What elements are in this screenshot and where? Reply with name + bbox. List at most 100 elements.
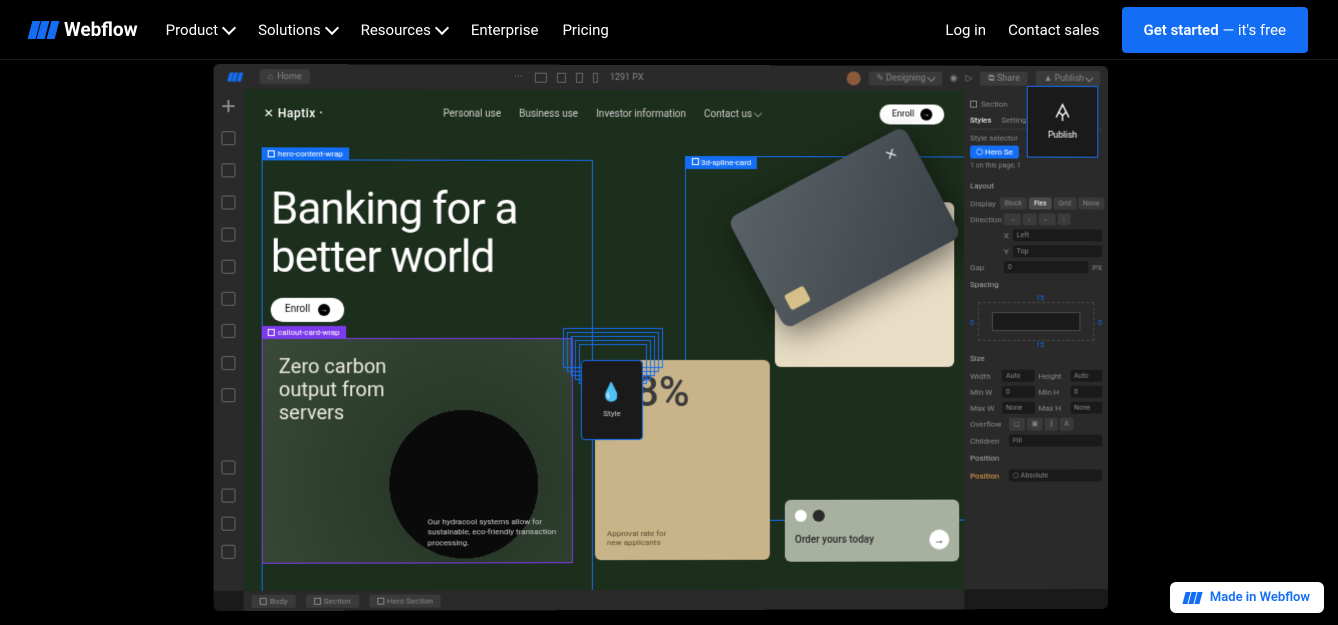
selection-label-spline[interactable]: 3d-spline-card (686, 156, 757, 169)
display-none[interactable]: None (1078, 198, 1104, 210)
crumb-section[interactable]: Section (306, 594, 359, 607)
nav-contact[interactable]: Contact us (704, 109, 761, 120)
tablet-icon[interactable] (557, 72, 566, 82)
order-card[interactable]: Order yours today → (785, 500, 959, 562)
selection-label-callout[interactable]: callout-card-wrap (262, 326, 346, 339)
dir-row-icon[interactable]: → (1004, 213, 1021, 225)
overflow-auto-icon[interactable]: A (1059, 418, 1073, 431)
display-block[interactable]: Block (1000, 197, 1027, 209)
pages-icon[interactable] (221, 131, 235, 145)
settings-icon[interactable] (221, 460, 235, 474)
made-in-webflow-badge[interactable]: Made in Webflow (1170, 582, 1324, 613)
align-y-row: Y Top (970, 243, 1102, 259)
dir-colrev-icon[interactable]: ↑ (1057, 213, 1070, 225)
video-icon[interactable] (221, 545, 235, 559)
add-element-icon[interactable] (221, 99, 235, 113)
dir-col-icon[interactable]: ↓ (1023, 213, 1036, 225)
home-breadcrumb[interactable]: ⌂ Home (260, 69, 310, 84)
mobile-landscape-icon[interactable] (576, 72, 583, 82)
color-dots (795, 510, 949, 522)
gap-row: Gap0PX (970, 259, 1102, 275)
maxw-field[interactable]: None (1002, 402, 1034, 414)
enroll-button[interactable]: Enroll→ (271, 298, 345, 322)
desktop-icon[interactable] (535, 72, 547, 82)
nav-solutions[interactable]: Solutions (258, 21, 337, 39)
chevron-down-icon (927, 73, 935, 81)
maxh-field[interactable]: None (1070, 402, 1102, 414)
align-x-field[interactable]: Left (1013, 229, 1102, 241)
share-button[interactable]: ⧉ Share (980, 71, 1027, 85)
top-nav: Webflow Product Solutions Resources Ente… (0, 0, 1338, 60)
login-link[interactable]: Log in (945, 21, 986, 39)
enroll-pill[interactable]: Enroll→ (880, 104, 944, 124)
ellipsis-icon[interactable]: ⋯ (514, 72, 523, 82)
arrow-right-icon: → (318, 304, 330, 316)
spacing-control[interactable]: 15 15 0 0 (970, 294, 1102, 349)
audit-icon[interactable] (221, 517, 235, 531)
mobile-icon[interactable] (593, 72, 598, 82)
nav-product[interactable]: Product (166, 21, 234, 39)
class-chip[interactable]: ⬡ Hero Se (970, 146, 1019, 159)
width-field[interactable]: Auto (1002, 370, 1034, 382)
color-white[interactable] (795, 510, 807, 522)
minh-field[interactable]: 0 (1070, 386, 1102, 398)
nav-enterprise[interactable]: Enterprise (471, 21, 539, 39)
nav-resources[interactable]: Resources (361, 21, 447, 39)
height-field[interactable]: Auto (1070, 370, 1102, 382)
user-avatar[interactable] (846, 71, 860, 85)
navigator-icon[interactable] (221, 163, 235, 177)
get-started-button[interactable]: Get started — it's free (1122, 7, 1309, 53)
overflow-hidden-icon[interactable]: ▣ (1027, 418, 1044, 431)
apps-icon[interactable] (221, 388, 235, 402)
nav-pricing[interactable]: Pricing (562, 21, 608, 39)
rate-line1: Approval rate for (607, 529, 758, 539)
dir-rowrev-icon[interactable]: ← (1038, 213, 1055, 225)
badge-text: Made in Webflow (1210, 590, 1310, 605)
overflow-visible-icon[interactable]: ◻ (1009, 418, 1025, 431)
topbar-left: ⌂ Home (221, 67, 309, 85)
play-icon[interactable]: ▷ (966, 73, 973, 83)
margin-bottom[interactable]: 15 (1036, 341, 1044, 349)
contact-sales-link[interactable]: Contact sales (1008, 21, 1099, 39)
site-logo[interactable]: ✕ Haptix · (264, 106, 324, 120)
display-grid[interactable]: Grid (1053, 197, 1076, 209)
mode-toggle[interactable]: ✎ Designing (868, 71, 941, 85)
webflow-logo[interactable]: Webflow (30, 18, 138, 41)
gap-field[interactable]: 0 (1004, 261, 1088, 273)
logic-icon[interactable] (221, 356, 235, 370)
tab-styles[interactable]: Styles (970, 116, 991, 125)
nav-business[interactable]: Business use (519, 108, 578, 119)
nav-personal[interactable]: Personal use (443, 108, 501, 119)
align-y-field[interactable]: Top (1013, 245, 1103, 257)
users-icon[interactable] (221, 324, 235, 338)
overflow-scroll-icon[interactable]: ⫿ (1045, 418, 1057, 431)
position-field[interactable]: ⬡ Absolute (1009, 469, 1102, 481)
publish-button[interactable]: ▲ Publish (1036, 71, 1101, 86)
margin-left[interactable]: 0 (970, 319, 974, 327)
fit-field[interactable]: Fill (1009, 435, 1102, 447)
margin-top[interactable]: 15 (1036, 294, 1044, 302)
components-icon[interactable] (221, 195, 235, 209)
selection-label-hero[interactable]: hero-content-wrap (262, 147, 349, 160)
color-black[interactable] (813, 510, 825, 522)
display-flex[interactable]: Flex (1029, 197, 1052, 209)
ecommerce-icon[interactable] (221, 292, 235, 306)
arrow-right-icon[interactable]: → (929, 530, 949, 550)
site-nav: ✕ Haptix · Personal use Business use Inv… (244, 89, 965, 138)
callout-card-wrap[interactable]: Zero carbon output from servers Our hydr… (262, 338, 573, 564)
callout-description: Our hydracool systems allow for sustaina… (428, 517, 558, 548)
design-canvas[interactable]: ✕ Haptix · Personal use Business use Inv… (244, 89, 965, 591)
help-icon[interactable] (221, 489, 235, 503)
order-row: Order yours today → (795, 530, 949, 550)
hero-title[interactable]: Banking for a better world (263, 160, 592, 281)
card-brand-icon: ✕ (883, 143, 905, 165)
minw-field[interactable]: 0 (1002, 386, 1034, 398)
margin-right[interactable]: 0 (1098, 319, 1102, 327)
preview-icon[interactable]: ◉ (950, 73, 958, 83)
assets-icon[interactable] (221, 228, 235, 242)
style-icon-card[interactable]: 💧 Style (581, 360, 643, 440)
cms-icon[interactable] (221, 260, 235, 274)
nav-investor[interactable]: Investor information (596, 108, 686, 119)
crumb-body[interactable]: Body (252, 594, 296, 607)
crumb-hero[interactable]: Hero Section (369, 594, 441, 607)
